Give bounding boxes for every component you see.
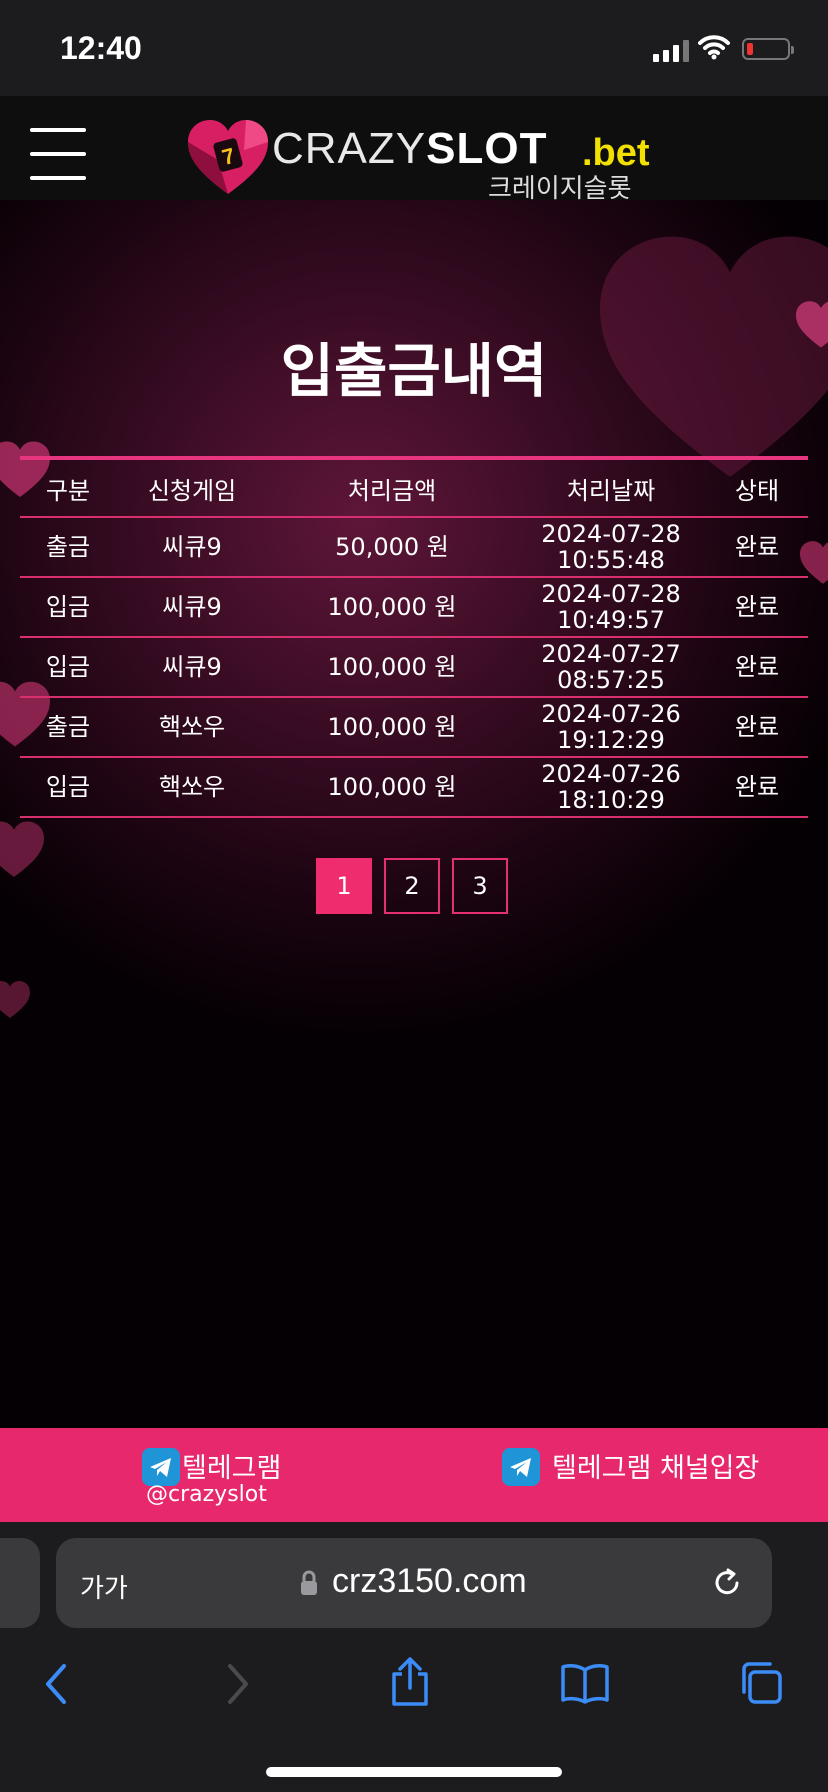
transaction-status: 완료 bbox=[706, 757, 808, 818]
forward-icon[interactable] bbox=[222, 1662, 252, 1706]
table-header-row: 구분 신청게임 처리금액 처리날짜 상태 bbox=[20, 458, 808, 518]
tabs-icon[interactable] bbox=[738, 1660, 784, 1706]
reload-icon[interactable] bbox=[710, 1566, 744, 1600]
transaction-game: 씨큐9 bbox=[116, 517, 268, 578]
transaction-datetime: 2024-07-28 10:55:48 bbox=[516, 517, 706, 578]
transaction-status: 완료 bbox=[706, 517, 808, 578]
transaction-amount: 100,000 원 bbox=[268, 637, 516, 698]
page-button-2[interactable]: 2 bbox=[384, 858, 440, 914]
logo-wordmark: CRAZYSLOT bbox=[272, 124, 548, 173]
transaction-amount: 100,000 원 bbox=[268, 697, 516, 758]
transaction-time: 08:57:25 bbox=[557, 666, 665, 694]
transaction-game: 씨큐9 bbox=[116, 637, 268, 698]
column-header-amount: 처리금액 bbox=[268, 458, 516, 518]
transaction-type: 입금 bbox=[20, 757, 116, 818]
transaction-amount: 50,000 원 bbox=[268, 517, 516, 578]
transaction-date: 2024-07-26 bbox=[541, 700, 681, 728]
table-row: 입금 씨큐9 100,000 원 2024-07-28 10:49:57 완료 bbox=[20, 577, 808, 638]
page-button-1[interactable]: 1 bbox=[316, 858, 372, 914]
transaction-status: 완료 bbox=[706, 697, 808, 758]
wifi-icon bbox=[698, 35, 730, 60]
transaction-date: 2024-07-27 bbox=[541, 640, 681, 668]
menu-icon[interactable] bbox=[30, 128, 86, 180]
column-header-game: 신청게임 bbox=[116, 458, 268, 518]
transaction-datetime: 2024-07-28 10:49:57 bbox=[516, 577, 706, 638]
main-content: 입출금내역 구분 신청게임 처리금액 처리날짜 상태 출금 씨큐9 50,000… bbox=[0, 200, 828, 1428]
home-indicator bbox=[266, 1767, 562, 1777]
table-row: 출금 핵쏘우 100,000 원 2024-07-26 19:12:29 완료 bbox=[20, 697, 808, 758]
table-row: 출금 씨큐9 50,000 원 2024-07-28 10:55:48 완료 bbox=[20, 517, 808, 578]
bookmarks-icon[interactable] bbox=[560, 1662, 610, 1704]
text-size-button[interactable]: 가가 bbox=[80, 1568, 128, 1605]
transaction-date: 2024-07-28 bbox=[541, 580, 681, 608]
status-bar: 12:40 bbox=[0, 0, 828, 96]
transaction-time: 18:10:29 bbox=[557, 786, 665, 814]
telegram-label: 텔레그램 bbox=[182, 1453, 282, 1484]
transaction-type: 입금 bbox=[20, 637, 116, 698]
telegram-icon bbox=[502, 1448, 540, 1486]
telegram-handle: @crazyslot bbox=[146, 1482, 267, 1507]
transaction-datetime: 2024-07-27 08:57:25 bbox=[516, 637, 706, 698]
transaction-datetime: 2024-07-26 18:10:29 bbox=[516, 757, 706, 818]
transaction-amount: 100,000 원 bbox=[268, 577, 516, 638]
transaction-amount: 100,000 원 bbox=[268, 757, 516, 818]
transaction-date: 2024-07-28 bbox=[541, 520, 681, 548]
telegram-channel-label: 텔레그램 채널입장 bbox=[552, 1453, 760, 1484]
heart-slot-logo-icon: 7 bbox=[188, 120, 268, 194]
transaction-type: 출금 bbox=[20, 697, 116, 758]
transaction-game: 씨큐9 bbox=[116, 577, 268, 638]
transaction-time: 10:49:57 bbox=[557, 606, 665, 634]
telegram-footer-bar: 텔레그램 @crazyslot 텔레그램 채널입장 bbox=[0, 1428, 828, 1522]
transaction-type: 입금 bbox=[20, 577, 116, 638]
share-icon[interactable] bbox=[388, 1656, 432, 1708]
cellular-signal-icon bbox=[653, 40, 689, 62]
clock: 12:40 bbox=[60, 30, 142, 66]
column-header-status: 상태 bbox=[706, 458, 808, 518]
page-title: 입출금내역 bbox=[280, 337, 548, 405]
transaction-game: 핵쏘우 bbox=[116, 757, 268, 818]
lock-icon bbox=[301, 1570, 317, 1595]
transaction-type: 출금 bbox=[20, 517, 116, 578]
transaction-status: 완료 bbox=[706, 637, 808, 698]
telegram-icon bbox=[142, 1448, 180, 1486]
transaction-datetime: 2024-07-26 19:12:29 bbox=[516, 697, 706, 758]
url-text: crz3150.com bbox=[332, 1562, 527, 1600]
page-button-3[interactable]: 3 bbox=[452, 858, 508, 914]
address-bar[interactable]: 가가 crz3150.com bbox=[56, 1538, 772, 1628]
transaction-time: 19:12:29 bbox=[557, 726, 665, 754]
table-row: 입금 씨큐9 100,000 원 2024-07-27 08:57:25 완료 bbox=[20, 637, 808, 698]
column-header-type: 구분 bbox=[20, 458, 116, 518]
back-icon[interactable] bbox=[42, 1662, 72, 1706]
table-row: 입금 핵쏘우 100,000 원 2024-07-26 18:10:29 완료 bbox=[20, 757, 808, 818]
browser-toolbar: 가가 crz3150.com bbox=[0, 1522, 828, 1792]
transaction-date: 2024-07-26 bbox=[541, 760, 681, 788]
transaction-game: 핵쏘우 bbox=[116, 697, 268, 758]
background-heart-decoration bbox=[0, 821, 44, 877]
transaction-time: 10:55:48 bbox=[557, 546, 665, 574]
transaction-status: 완료 bbox=[706, 577, 808, 638]
background-heart-decoration bbox=[0, 981, 30, 1018]
site-header: 7 CRAZYSLOT .bet 크레이지슬롯 bbox=[0, 96, 828, 204]
transaction-history-table: 구분 신청게임 처리금액 처리날짜 상태 출금 씨큐9 50,000 원 202… bbox=[20, 456, 808, 818]
site-logo[interactable]: 7 CRAZYSLOT .bet 크레이지슬롯 bbox=[188, 120, 650, 204]
column-header-date: 처리날짜 bbox=[516, 458, 706, 518]
battery-icon bbox=[742, 38, 794, 60]
previous-tab-preview[interactable] bbox=[0, 1538, 40, 1628]
